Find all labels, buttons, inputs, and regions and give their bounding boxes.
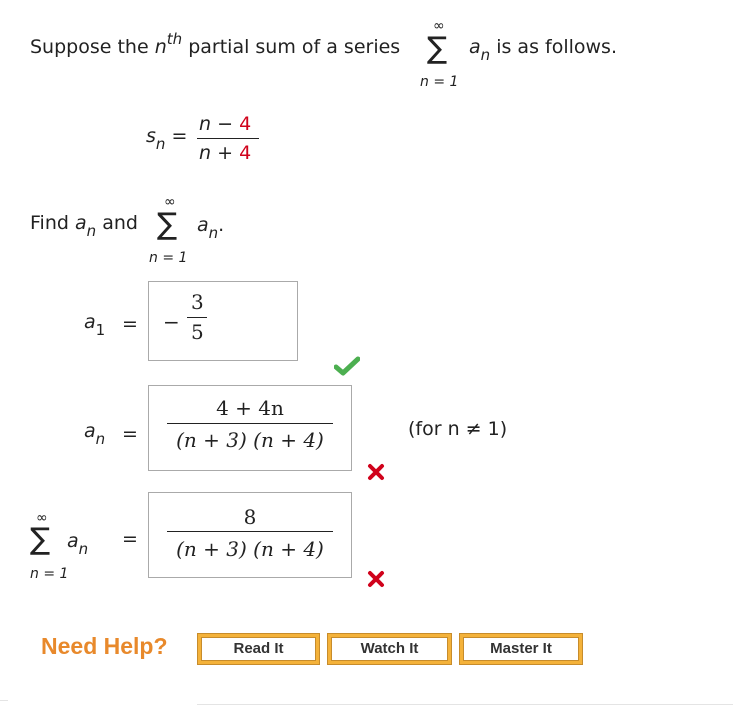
- sn-fraction-bar: [197, 138, 259, 139]
- read-it-label: Read It: [201, 637, 316, 661]
- an-note: (for n ≠ 1): [408, 418, 508, 440]
- sn-equals: =: [171, 125, 188, 147]
- an-sub: n: [95, 430, 106, 448]
- sn-s: s: [146, 125, 156, 147]
- sn-num-var: n: [199, 113, 212, 135]
- sn-num-op: −: [217, 113, 234, 135]
- sum-denominator: (n + 3) (n + 4): [176, 537, 324, 561]
- sn-num-const: 4: [239, 113, 252, 135]
- sum-sigma-icon: ∑: [30, 522, 51, 557]
- correct-check-icon: [334, 356, 360, 376]
- sum-fraction-bar: [167, 531, 333, 532]
- intro-sigma-icon: ∑: [427, 31, 448, 66]
- sum-answer-box[interactable]: 8 (n + 3) (n + 4): [148, 492, 352, 578]
- a1-equals: =: [122, 313, 138, 335]
- find-period: .: [218, 214, 225, 236]
- intro-th: th: [166, 30, 183, 48]
- sum-lower: n = 1: [30, 566, 69, 582]
- a1-answer-box[interactable]: − 3 5: [148, 281, 298, 361]
- intro-text-before: Suppose the: [30, 36, 149, 58]
- sn-sub: n: [155, 135, 166, 153]
- find-a: a: [74, 212, 87, 234]
- a1-numerator: 3: [191, 290, 204, 314]
- find-term-a: a: [197, 214, 209, 236]
- sn-denominator: n + 4: [199, 142, 251, 164]
- find-text: Find an and: [30, 212, 138, 240]
- intro-text-middle: partial sum of a series: [188, 36, 401, 58]
- an-answer-box[interactable]: 4 + 4n (n + 3) (n + 4): [148, 385, 352, 471]
- page-edge-line: [0, 700, 8, 701]
- watch-it-button[interactable]: Watch It: [327, 633, 452, 665]
- a1-fraction-bar: [187, 317, 207, 318]
- intro-text-after: is as follows.: [496, 36, 617, 58]
- a1-sign: −: [163, 310, 180, 334]
- intro-n: n: [154, 36, 167, 58]
- an-a: a: [84, 420, 96, 442]
- sn-numerator: n − 4: [199, 113, 251, 135]
- find-sum-lower: n = 1: [149, 250, 188, 266]
- sn-den-op: +: [217, 142, 234, 164]
- find-term: an.: [197, 214, 225, 242]
- intro-term-sub: n: [480, 46, 491, 64]
- sn-den-var: n: [199, 142, 212, 164]
- intro-term-a: a: [469, 36, 481, 58]
- a1-label: a1: [84, 311, 105, 339]
- page-bottom-divider: [197, 704, 733, 705]
- master-it-label: Master It: [463, 637, 579, 661]
- sum-term: an: [67, 530, 88, 558]
- incorrect-x-icon: [368, 571, 384, 587]
- sum-equals: =: [122, 528, 138, 550]
- watch-it-label: Watch It: [331, 637, 448, 661]
- read-it-button[interactable]: Read It: [197, 633, 320, 665]
- intro-term: an is as follows.: [469, 36, 617, 64]
- a1-sub: 1: [95, 321, 106, 339]
- sn-label: sn =: [146, 125, 188, 153]
- find-term-sub: n: [208, 224, 219, 242]
- incorrect-x-icon: [368, 464, 384, 480]
- a1-a: a: [84, 311, 96, 333]
- sum-term-a: a: [67, 530, 79, 552]
- an-label: an: [84, 420, 105, 448]
- sn-den-const: 4: [239, 142, 252, 164]
- master-it-button[interactable]: Master It: [459, 633, 583, 665]
- intro-sum-lower: n = 1: [420, 74, 459, 90]
- a1-denominator: 5: [191, 320, 204, 344]
- find-and: and: [102, 212, 138, 234]
- an-numerator: 4 + 4n: [216, 396, 284, 420]
- sum-term-sub: n: [78, 540, 89, 558]
- need-help-label: Need Help?: [41, 633, 168, 659]
- an-denominator: (n + 3) (n + 4): [176, 428, 324, 452]
- sum-numerator: 8: [243, 505, 257, 529]
- find-sigma-icon: ∑: [157, 207, 178, 242]
- find-word: Find: [30, 212, 69, 234]
- find-a-sub: n: [86, 222, 97, 240]
- an-equals: =: [122, 423, 138, 445]
- an-fraction-bar: [167, 423, 333, 424]
- intro-text: Suppose the nth partial sum of a series: [30, 30, 401, 58]
